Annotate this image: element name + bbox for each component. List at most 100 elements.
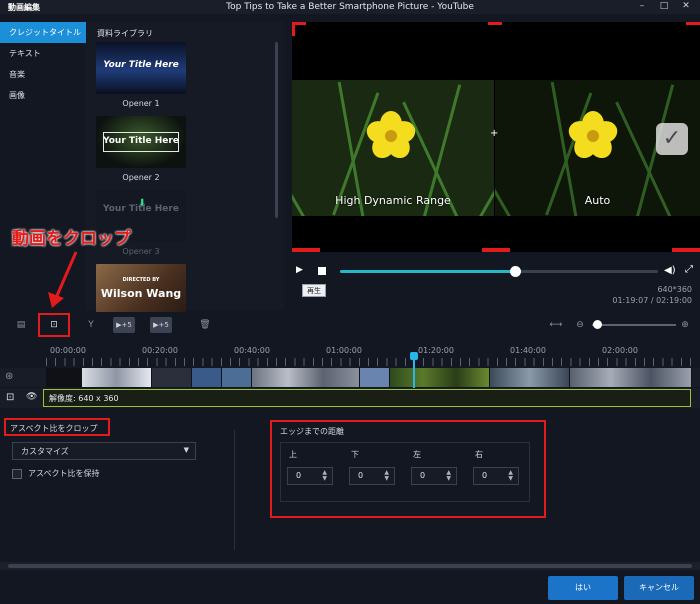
zoom-handle[interactable] [593, 320, 603, 329]
spin-arrows-icon[interactable]: ▲ ▼ [322, 470, 327, 482]
preview-time: 01:19:07 / 02:19:00 [612, 296, 692, 305]
fullscreen-icon[interactable]: ⤢ [685, 264, 693, 275]
spin-arrows-icon[interactable]: ▲ ▼ [508, 470, 513, 482]
crop-handle-bottom-left[interactable] [292, 248, 320, 252]
sidebar-item-image[interactable]: 画像 [0, 85, 86, 106]
eye-icon[interactable]: 👁 [26, 392, 37, 402]
player-controls: ▶ ◀) ⤢ [292, 262, 700, 280]
opener-1-thumbnail[interactable]: Your Title Here [96, 42, 186, 94]
edge-left-value: 0 [420, 471, 426, 480]
clip[interactable] [192, 368, 222, 387]
track-type-icon: ⊛ [5, 371, 14, 382]
zoom-in-icon[interactable]: ⊕ [679, 317, 691, 333]
title-bar: 動画編集 Top Tips to Take a Better Smartphon… [0, 0, 700, 14]
crop-settings-panel: アスペクト比をクロップ カスタマイズ ▼ アスペクト比を保持 エッジまでの距離 … [0, 410, 700, 560]
tick-label: 00:20:00 [142, 346, 178, 355]
sidebar-item-music[interactable]: 音楽 [0, 64, 86, 85]
director-thumbnail[interactable]: DIRECTED BY Wilson Wang [96, 264, 186, 312]
crop-handle-top[interactable] [488, 22, 502, 25]
sidebar-item-credit-title[interactable]: クレジットタイトル [0, 22, 86, 43]
clip[interactable] [570, 368, 692, 387]
crop-clip-bar[interactable]: 解像度: 640 x 360 [43, 389, 691, 407]
crop-handle-top-left-v[interactable] [292, 22, 295, 36]
edge-top-input[interactable]: 0 ▲ ▼ [287, 467, 333, 485]
edge-top: 上 0 ▲ ▼ [287, 449, 337, 485]
clip[interactable] [152, 368, 192, 387]
timeline-ruler[interactable]: 00:00:00 00:20:00 00:40:00 01:00:00 01:2… [0, 344, 700, 368]
clip[interactable] [82, 368, 152, 387]
caret-down-icon: ▼ [183, 446, 189, 454]
edge-left-label: 左 [413, 450, 421, 459]
aspect-ratio-dropdown[interactable]: カスタマイズ ▼ [12, 442, 196, 460]
hdr-frame: High Dynamic Range [292, 80, 494, 216]
zoom-out-icon[interactable]: ⊖ [574, 317, 586, 333]
ok-button[interactable]: はい [548, 576, 618, 600]
sidebar-item-text[interactable]: テキスト [0, 43, 86, 64]
clip[interactable] [390, 368, 490, 387]
clip[interactable] [46, 368, 82, 387]
preview-info: 640*360 01:19:07 / 02:19:00 [612, 284, 692, 306]
maximize-button[interactable]: □ [658, 1, 670, 11]
horizontal-scrollbar[interactable] [0, 562, 700, 570]
edge-bottom: 下 0 ▲ ▼ [349, 449, 399, 485]
cancel-button[interactable]: キャンセル [624, 576, 694, 600]
seek-bar[interactable] [340, 266, 658, 277]
clip[interactable] [490, 368, 570, 387]
clip[interactable] [252, 368, 360, 387]
edge-distance-title: エッジまでの距離 [280, 427, 344, 436]
split-icon[interactable]: ▤ [14, 317, 28, 333]
edge-left-input[interactable]: 0 ▲ ▼ [411, 467, 457, 485]
cut-icon[interactable]: Y [84, 317, 98, 333]
minimize-button[interactable]: – [636, 1, 648, 11]
window-controls: – □ ✕ [636, 1, 692, 11]
thumbnail-title-text: Your Title Here [103, 136, 179, 146]
crop-handle-top-right[interactable] [686, 22, 700, 25]
close-button[interactable]: ✕ [680, 1, 692, 11]
opener-2-caption: Opener 2 [122, 173, 160, 182]
edge-right-label: 右 [475, 450, 483, 459]
library-title: 資料ライブラリ [97, 29, 153, 38]
preview-resolution: 640*360 [657, 285, 692, 294]
edit-toolbar: ▤ ⊡ Y ▶+5 ▶+5 🗑 ⟷ ⊖ ⊕ [0, 314, 700, 336]
annotation-arrow-icon [48, 251, 78, 308]
edge-bottom-input[interactable]: 0 ▲ ▼ [349, 467, 395, 485]
flower [565, 110, 621, 163]
crop-handle-bottom[interactable] [482, 248, 510, 252]
keep-aspect-label: アスペクト比を保持 [28, 469, 100, 478]
forward-5-button[interactable]: ▶+5 [113, 317, 135, 333]
thumbnail-title-text: Your Title Here [103, 60, 179, 70]
keep-aspect-row[interactable]: アスペクト比を保持 [12, 468, 99, 479]
tick-marks [46, 358, 696, 366]
annotation-label: 動画をクロップ [12, 229, 131, 249]
zoom-slider[interactable] [592, 320, 676, 329]
video-preview[interactable]: High Dynamic Range Auto + ✓ [292, 22, 700, 252]
scrollbar-thumb[interactable] [8, 564, 692, 568]
seek-progress [340, 270, 515, 273]
back-5-button[interactable]: ▶+5 [150, 317, 172, 333]
crop-icon[interactable]: ⊡ [6, 392, 14, 403]
edge-distance-group: 上 0 ▲ ▼ 下 0 ▲ ▼ 左 0 ▲ ▼ 右 0 ▲ ▼ [280, 442, 530, 502]
video-track[interactable]: ⊛ [0, 368, 700, 387]
divider [234, 430, 235, 550]
edge-bottom-value: 0 [358, 471, 364, 480]
library-scrollbar[interactable] [275, 42, 278, 218]
keep-aspect-checkbox[interactable] [12, 468, 22, 479]
delete-icon[interactable]: 🗑 [198, 317, 212, 333]
play-icon[interactable]: ▶ [296, 265, 303, 275]
seek-handle[interactable] [509, 266, 521, 277]
volume-icon[interactable]: ◀) [664, 265, 676, 276]
fit-timeline-icon[interactable]: ⟷ [548, 317, 564, 333]
checkmark-icon[interactable]: ✓ [656, 123, 688, 155]
crop-handle-bottom-right[interactable] [672, 248, 700, 252]
spin-arrows-icon[interactable]: ▲ ▼ [384, 470, 389, 482]
clip[interactable] [360, 368, 390, 387]
opener-2-thumbnail[interactable]: Your Title Here [96, 116, 186, 168]
playhead[interactable] [413, 353, 415, 388]
stop-icon[interactable] [318, 267, 326, 275]
thumbnail-title-text: Your Title Here [103, 204, 179, 214]
spin-arrows-icon[interactable]: ▲ ▼ [446, 470, 451, 482]
auto-label: Auto [584, 194, 611, 207]
tick-label: 02:00:00 [602, 346, 638, 355]
edge-right-input[interactable]: 0 ▲ ▼ [473, 467, 519, 485]
clip[interactable] [222, 368, 252, 387]
